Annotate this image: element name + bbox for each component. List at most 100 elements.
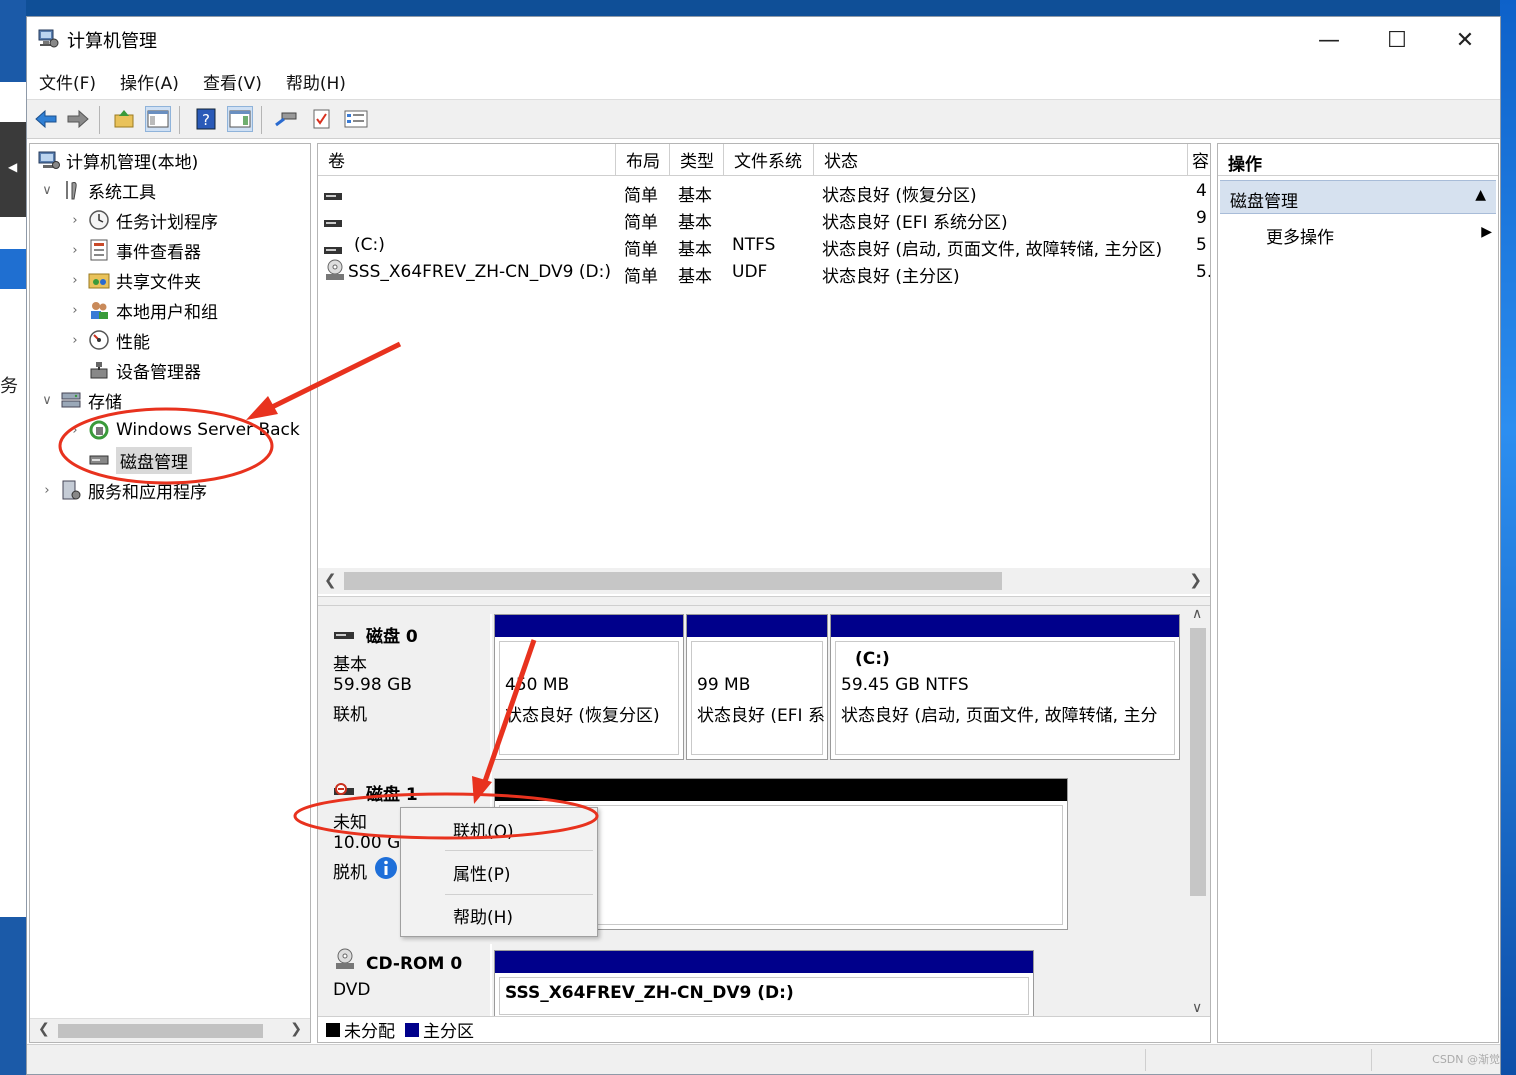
back-arrow-icon[interactable]	[33, 106, 59, 132]
volume-icon	[324, 240, 344, 260]
tree-item-system-tools[interactable]: ∨ 系统工具	[38, 176, 156, 204]
chevron-right-icon[interactable]: ›	[66, 333, 84, 348]
offline-disk-icon	[334, 782, 356, 802]
cdrom-0-label[interactable]: CD-ROM 0 DVD	[320, 944, 492, 1016]
minimize-button[interactable]: —	[1298, 21, 1360, 59]
disk-icon	[334, 626, 356, 646]
menu-help[interactable]: 帮助(H)	[274, 65, 358, 95]
chevron-down-icon[interactable]: ∨	[38, 393, 56, 408]
connect-icon[interactable]	[273, 106, 299, 132]
scrollbar-thumb[interactable]	[1190, 628, 1206, 896]
scrollbar-thumb[interactable]	[344, 572, 1002, 590]
volume-row[interactable]: SSS_X64FREV_ZH-CN_DV9 (D:) 简单 基本 UDF 状态良…	[318, 259, 1210, 287]
scroll-down-icon[interactable]: ∨	[1192, 1000, 1202, 1016]
scroll-right-icon[interactable]: ❯	[290, 1021, 302, 1037]
cell-type: 基本	[678, 213, 712, 233]
help-icon[interactable]: ?	[193, 106, 219, 132]
more-actions-item[interactable]: 更多操作 ▶	[1266, 220, 1494, 250]
column-header-capacity[interactable]: 容	[1188, 144, 1210, 176]
tree-item-windows-server-backup[interactable]: › Windows Server Back	[66, 416, 300, 444]
column-header-filesystem[interactable]: 文件系统	[724, 144, 814, 176]
scroll-right-icon[interactable]: ❯	[1189, 571, 1202, 589]
scrollbar-thumb[interactable]	[58, 1024, 263, 1038]
tree-item-device-manager[interactable]: 设备管理器	[84, 356, 201, 384]
pane-splitter[interactable]	[318, 596, 1210, 606]
partition-d[interactable]: SSS_X64FREV_ZH-CN_DV9 (D:)	[494, 950, 1034, 1016]
column-header-layout[interactable]: 布局	[616, 144, 670, 176]
forward-arrow-icon[interactable]	[65, 106, 91, 132]
tree-item-storage[interactable]: ∨ 存储	[38, 386, 122, 414]
cell-capacity: 5	[1196, 235, 1207, 255]
desktop-white-strip: 务	[0, 217, 26, 917]
column-header-volume[interactable]: 卷	[318, 144, 616, 176]
tree-item-task-scheduler[interactable]: › 任务计划程序	[66, 206, 218, 234]
close-button[interactable]: ✕	[1434, 21, 1496, 59]
actions-section-disk-management[interactable]: 磁盘管理 ▲	[1220, 180, 1496, 214]
cell-filesystem: NTFS	[732, 235, 776, 255]
cell-volume: (C:)	[354, 235, 385, 255]
menu-item-properties[interactable]: 属性(P)	[401, 857, 597, 887]
info-icon[interactable]	[374, 856, 398, 885]
partition-efi[interactable]: 99 MB 状态良好 (EFI 系	[686, 614, 828, 760]
volume-list-horizontal-scrollbar[interactable]: ❮ ❯	[318, 568, 1210, 594]
scroll-up-icon[interactable]: ∧	[1192, 606, 1202, 622]
maximize-button[interactable]: ☐	[1366, 21, 1428, 59]
volume-row[interactable]: 简单 基本 状态良好 (EFI 系统分区) 9	[318, 205, 1210, 233]
tree-horizontal-scrollbar[interactable]: ❮ ❯	[30, 1018, 310, 1042]
tree-item-shared-folders[interactable]: › 共享文件夹	[66, 266, 201, 294]
chevron-right-icon[interactable]: ›	[66, 423, 84, 438]
chevron-right-icon[interactable]: ›	[66, 243, 84, 258]
cell-filesystem: UDF	[732, 262, 768, 282]
chevron-right-icon[interactable]: ›	[66, 303, 84, 318]
scroll-left-icon[interactable]: ❮	[324, 571, 337, 589]
volume-row[interactable]: (C:) 简单 基本 NTFS 状态良好 (启动, 页面文件, 故障转储, 主分…	[318, 232, 1210, 260]
disk-0-state: 联机	[333, 705, 367, 725]
show-hide-tree-icon[interactable]	[145, 106, 171, 132]
menu-item-online[interactable]: 联机(O)	[401, 814, 597, 844]
column-header-type[interactable]: 类型	[670, 144, 724, 176]
partition-size: 99 MB	[697, 675, 751, 695]
menu-item-help[interactable]: 帮助(H)	[401, 900, 597, 930]
chevron-right-icon[interactable]: ›	[38, 483, 56, 498]
checklist-icon[interactable]	[309, 106, 335, 132]
menu-file[interactable]: 文件(F)	[27, 65, 108, 95]
cell-layout: 简单	[624, 213, 658, 233]
tree-item-event-viewer[interactable]: › 事件查看器	[66, 236, 201, 264]
show-hide-action-pane-icon[interactable]	[227, 106, 253, 132]
chevron-down-icon[interactable]: ∨	[38, 183, 56, 198]
chevron-right-icon[interactable]: ›	[66, 213, 84, 228]
menu-separator	[445, 894, 593, 895]
title-bar: 计算机管理 — ☐ ✕	[27, 17, 1500, 63]
column-header-status[interactable]: 状态	[814, 144, 1188, 176]
disk-management-icon	[87, 449, 111, 471]
primary-swatch	[405, 1022, 419, 1037]
cdrom-0-name: CD-ROM 0	[366, 954, 463, 974]
up-folder-icon[interactable]	[111, 106, 137, 132]
volume-row[interactable]: 简单 基本 状态良好 (恢复分区) 4	[318, 178, 1210, 206]
tree-item-disk-management[interactable]: 磁盘管理	[84, 446, 192, 474]
partition-recovery[interactable]: 450 MB 状态良好 (恢复分区)	[494, 614, 684, 760]
toolbar-separator	[261, 106, 262, 134]
tree-item-performance[interactable]: › 性能	[66, 326, 150, 354]
tree-item-services-apps[interactable]: › 服务和应用程序	[38, 476, 207, 504]
collapse-arrow-icon[interactable]: ◀	[8, 160, 17, 174]
cell-type: 基本	[678, 186, 712, 206]
chevron-right-icon[interactable]: ›	[66, 273, 84, 288]
scroll-left-icon[interactable]: ❮	[38, 1021, 50, 1037]
partition-c[interactable]: (C:) 59.45 GB NTFS 状态良好 (启动, 页面文件, 故障转储,…	[830, 614, 1180, 760]
disk-0-label[interactable]: 磁盘 0 基本 59.98 GB 联机	[320, 614, 492, 760]
tree-label: 任务计划程序	[116, 212, 218, 233]
menu-action[interactable]: 操作(A)	[108, 65, 191, 95]
desktop-strip	[0, 82, 26, 122]
submenu-arrow-icon: ▶	[1481, 224, 1492, 240]
tree-item-computer-management[interactable]: 计算机管理(本地)	[34, 146, 198, 174]
collapse-up-icon[interactable]: ▲	[1475, 187, 1486, 203]
legend-unallocated: 未分配	[344, 1022, 395, 1042]
properties-icon[interactable]	[343, 106, 369, 132]
tree-item-local-users[interactable]: › 本地用户和组	[66, 296, 218, 324]
menu-view[interactable]: 查看(V)	[191, 65, 274, 95]
tree-label: Windows Server Back	[116, 420, 300, 440]
legend-primary: 主分区	[423, 1022, 474, 1042]
graph-vertical-scrollbar[interactable]: ∧ ∨	[1186, 606, 1210, 1016]
context-menu: 联机(O) 属性(P) 帮助(H)	[400, 807, 598, 937]
